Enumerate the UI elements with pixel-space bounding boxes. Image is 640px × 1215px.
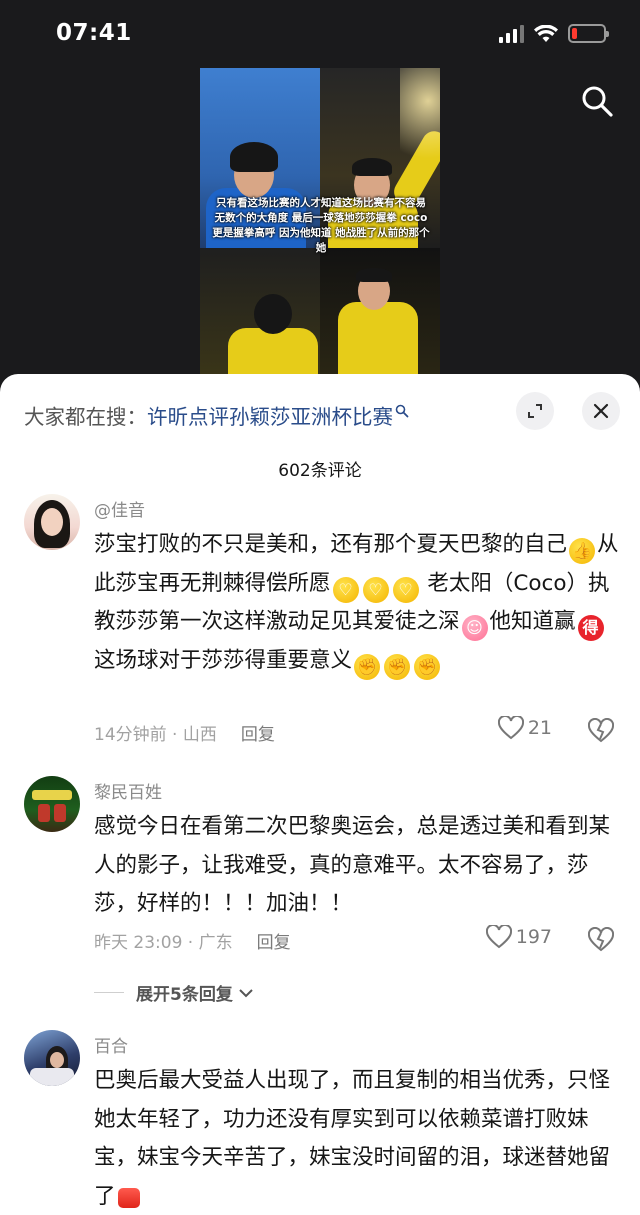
fist-icon: ✊ — [354, 653, 381, 680]
signal-icon — [499, 24, 524, 43]
status-time: 07:41 — [56, 20, 132, 46]
video-frame-back-view — [200, 248, 320, 376]
comment-username[interactable]: 百合 — [94, 1032, 128, 1057]
like-count: 197 — [515, 926, 552, 948]
gift-icon — [117, 1187, 140, 1208]
comment-text: 感觉今日在看第二次巴黎奥运会，总是透过美和看到某人的影子，让我难受，真的意难平。… — [94, 814, 611, 916]
like-button[interactable]: 197 — [485, 925, 552, 949]
comment-sheet: 大家都在搜： 许昕点评孙颖莎亚洲杯比赛 602条评论 @佳音 莎宝打败的不只是美… — [0, 374, 640, 1215]
status-icons — [499, 24, 609, 43]
search-icon — [395, 404, 409, 418]
comment-time: 14分钟前 · 山西 — [94, 725, 217, 745]
like-button[interactable]: 21 — [497, 716, 552, 740]
de-badge-icon: 得 — [577, 615, 604, 641]
video-player[interactable]: 只有看这场比赛的人才知道这场比赛有不容易 无数个的大角度 最后一球落地莎莎握拳 … — [200, 68, 440, 376]
fist-icon: ✊ — [384, 653, 411, 680]
broken-heart-icon[interactable] — [588, 718, 614, 744]
wifi-icon — [534, 24, 558, 42]
reply-button[interactable]: 回复 — [241, 725, 275, 745]
like-count: 21 — [527, 717, 552, 739]
expand-button[interactable] — [516, 392, 554, 430]
video-frame-coach-clapping — [320, 248, 440, 376]
thumbs-up-icon: 👍 — [569, 538, 596, 564]
comment-text-part: 他知道赢 — [489, 609, 576, 634]
comment-text-part: 这场球对于莎莎得重要意义 — [94, 647, 353, 673]
hot-search-bar[interactable]: 大家都在搜： 许昕点评孙颖莎亚洲杯比赛 — [24, 400, 409, 430]
finger-heart-icon: ♡ — [362, 576, 389, 603]
fist-icon: ✊ — [414, 653, 441, 680]
avatar[interactable] — [24, 1030, 80, 1086]
comment-username[interactable]: 黎民百姓 — [94, 778, 162, 803]
hot-search-prefix: 大家都在搜： — [24, 405, 147, 429]
video-caption: 只有看这场比赛的人才知道这场比赛有不容易 无数个的大角度 最后一球落地莎莎握拳 … — [212, 197, 430, 254]
search-icon[interactable] — [580, 84, 614, 118]
status-bar: 07:41 — [0, 0, 640, 70]
close-icon — [593, 403, 609, 419]
comment-text-part: 巴奥后最大受益人出现了，而且复制的相当优秀，只怪她太年轻了，功力还没有厚实到可以… — [94, 1068, 611, 1209]
comment-text: 莎宝打败的不只是美和，还有那个夏天巴黎的自己 👍 从此莎宝再无荆棘得偿所愿 ♡ ♡ ♡ 老… — [94, 526, 620, 680]
comment-meta: 14分钟前 · 山西 回复 — [94, 720, 275, 745]
battery-icon — [568, 24, 609, 43]
comment-time: 昨天 23:09 · 广东 — [94, 933, 233, 953]
comment-meta: 昨天 23:09 · 广东 回复 — [94, 928, 291, 953]
heart-icon — [485, 925, 512, 949]
comment-text: 巴奥后最大受益人出现了，而且复制的相当优秀，只怪她太年轻了，功力还没有厚实到可以… — [94, 1062, 620, 1215]
finger-heart-icon: ♡ — [332, 576, 359, 603]
reply-button[interactable]: 回复 — [257, 933, 291, 953]
close-button[interactable] — [582, 392, 620, 430]
comment-username[interactable]: @佳音 — [94, 496, 145, 521]
heart-icon — [497, 716, 524, 740]
hot-search-link[interactable]: 许昕点评孙颖莎亚洲杯比赛 — [147, 400, 393, 430]
avatar[interactable] — [24, 494, 80, 550]
divider — [94, 992, 124, 993]
expand-replies-label: 展开5条回复 — [136, 985, 233, 1005]
finger-heart-icon: ♡ — [392, 576, 419, 603]
expand-icon — [528, 404, 542, 418]
avatar[interactable] — [24, 776, 80, 832]
comment-count: 602条评论 — [278, 461, 362, 481]
comment-text-part: 莎宝打败的不只是美和，还有那个夏天巴黎的自己 — [94, 532, 568, 557]
expand-replies-button[interactable]: 展开5条回复 — [94, 980, 255, 1005]
chevron-down-icon — [239, 988, 253, 997]
hug-icon: ☺ — [461, 615, 488, 641]
broken-heart-icon[interactable] — [588, 927, 614, 953]
